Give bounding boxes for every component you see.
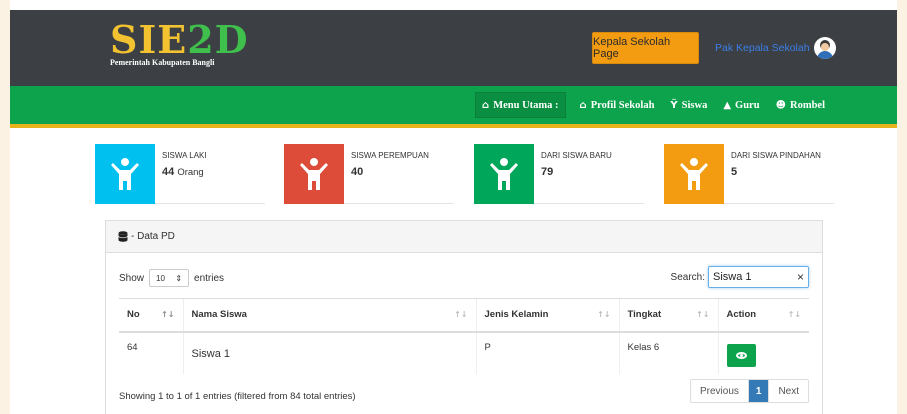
column-header-nama-siswa[interactable]: Nama Siswa ↑↓ [182,298,476,333]
users-icon: ☻ [775,99,786,111]
entries-label: entries [194,272,225,284]
column-header-action[interactable]: Action ↑↓ [717,298,809,333]
column-header-label: Tingkat [627,309,662,321]
child-icon [474,144,534,204]
kepala-sekolah-page-button[interactable]: Kepala Sekolah Page [592,32,699,64]
table-info: Showing 1 to 1 of 1 entries (filtered fr… [119,391,356,402]
stat-siswa-perempuan: SISWA PEREMPUAN 40 [284,144,454,204]
data-table: No ↑↓ Nama Siswa ↑↓ Jenis Kelamin ↑↓ Tingka… [119,298,809,374]
column-header-label: No [127,309,140,321]
column-header-label: Action [726,309,757,321]
child-icon [284,144,344,204]
menu-utama-label: Menu Utama : [493,99,559,111]
stat-value: 79 [541,166,612,178]
sort-icon: ↑↓ [787,310,801,319]
stat-value: 44 Orang [162,166,207,178]
stat-label: SISWA LAKI [162,151,207,160]
search-label: Search: [670,271,705,283]
database-icon [118,231,128,242]
column-header-label: Jenis Kelamin [484,309,549,321]
sort-icon: ↑↓ [454,310,468,319]
page-1-button[interactable]: 1 [748,380,769,402]
graduation-cap-icon: ▲ [723,99,732,111]
sort-asc-icon: ↑↓ [161,310,175,319]
panel-heading: - Data PD [106,221,822,253]
table-row: 64 Siswa 1 P Kelas 6 [119,331,809,374]
stat-label: DARI SISWA BARU [541,151,612,160]
user-name: Pak Kepala Sekolah [715,42,810,54]
length-control: Show 10 ⇕ entries [119,269,224,287]
select-arrows-icon: ⇕ [175,273,183,283]
previous-page-button[interactable]: Previous [691,380,749,402]
user-menu[interactable]: Pak Kepala Sekolah [715,37,836,59]
stat-value: 40 [351,166,429,178]
nav-item-label: Profil Sekolah [590,99,655,111]
cell-no: 64 [119,331,183,374]
child-icon [664,144,724,204]
stat-label: SISWA PEREMPUAN [351,151,429,160]
menu-utama[interactable]: ⌂ Menu Utama : [475,92,566,118]
site-logo[interactable]: SIE2D Pemerintah Kabupaten Bangli [110,20,249,68]
stat-number: 44 [162,166,175,178]
pagination: Previous 1 Next [689,379,809,403]
child-icon [95,144,155,204]
child-icon: Ÿ [670,99,678,111]
nav-item-label: Guru [735,99,760,111]
nav-item-guru[interactable]: ▲ Guru [723,100,759,111]
stat-number: 79 [541,166,554,178]
column-header-no[interactable]: No ↑↓ [119,298,183,333]
search-input[interactable]: Siswa 1 × [708,266,809,288]
entries-value: 10 [156,273,165,283]
cell-nama: Siswa 1 [182,331,476,374]
building-icon: ⌂ [579,99,587,111]
nav-item-label: Rombel [790,99,825,111]
eye-icon [735,351,747,359]
top-header: SIE2D Pemerintah Kabupaten Bangli Kepala… [10,10,897,86]
stat-label: DARI SISWA PINDAHAN [731,151,821,160]
avatar [813,37,836,59]
cell-jenis-kelamin: P [475,331,619,374]
data-pd-panel: - Data PD Show 10 ⇕ entries Search: Sisw… [105,220,823,414]
search-value: Siswa 1 [713,271,752,283]
logo-title-part2: 2D [187,17,249,62]
stat-unit: Orang [177,167,204,178]
nav-accent-bar [10,124,897,128]
stat-number: 40 [351,166,364,178]
nav-item-label: Siswa [681,99,708,111]
view-button[interactable] [726,343,756,367]
nav-item-profil-sekolah[interactable]: ⌂ Profil Sekolah [580,100,655,111]
main-navbar: ⌂ Menu Utama : ⌂ Profil Sekolah Ÿ Siswa … [10,86,897,124]
cell-action [717,331,809,374]
stat-value: 5 [731,166,821,178]
nav-item-siswa[interactable]: Ÿ Siswa [670,100,707,111]
cell-nama-text: Siswa 1 [191,347,231,360]
sort-icon: ↑↓ [696,310,710,319]
home-icon: ⌂ [482,99,490,111]
column-header-jenis-kelamin[interactable]: Jenis Kelamin ↑↓ [475,298,619,333]
nav-item-rombel[interactable]: ☻ Rombel [776,100,825,111]
panel-title: - Data PD [131,231,175,242]
entries-select[interactable]: 10 ⇕ [149,269,190,287]
stat-siswa-pindahan: DARI SISWA PINDAHAN 5 [664,144,834,204]
stat-number: 5 [731,166,738,178]
clear-icon[interactable]: × [797,270,804,284]
stat-siswa-laki: SISWA LAKI 44 Orang [95,144,265,204]
sort-icon: ↑↓ [597,310,611,319]
next-page-button[interactable]: Next [768,380,808,402]
search-control: Search: Siswa 1 × [671,266,809,288]
column-header-label: Nama Siswa [191,309,247,321]
column-header-tingkat[interactable]: Tingkat ↑↓ [618,298,718,333]
table-header-row: No ↑↓ Nama Siswa ↑↓ Jenis Kelamin ↑↓ Tingka… [119,298,809,333]
show-label: Show [119,272,145,284]
logo-title: SIE2D [110,20,249,60]
logo-title-part1: SIE [110,17,188,62]
cell-tingkat: Kelas 6 [618,331,718,374]
stat-siswa-baru: DARI SISWA BARU 79 [474,144,644,204]
